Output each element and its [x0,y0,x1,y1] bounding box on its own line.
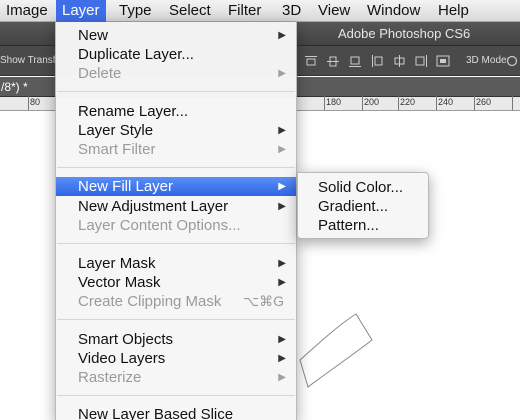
menu-3d[interactable]: 3D [282,0,301,22]
submenu-item-solid-color[interactable]: Solid Color... [298,178,428,197]
fill-layer-submenu: Solid Color... Gradient... Pattern... [297,172,429,239]
menu-type[interactable]: Type [119,0,152,22]
document-tab[interactable]: /8*) * [0,77,28,97]
chevron-right-icon: ▶ [278,334,286,345]
menu-item-delete: Delete ▶ [56,64,296,83]
chevron-right-icon: ▶ [278,30,286,41]
align-bottom-icon[interactable] [344,52,366,70]
menu-item-label: Layer Content Options... [78,217,241,234]
submenu-item-gradient[interactable]: Gradient... [298,197,428,216]
menu-item-label: Video Layers [78,350,166,367]
menu-window[interactable]: Window [367,0,420,22]
distribute-right-icon[interactable] [410,52,432,70]
menu-item-label: New [78,27,109,44]
menu-item-new[interactable]: New ▶ [56,26,296,45]
menu-item-layer-content-options: Layer Content Options... [56,216,296,235]
menu-help[interactable]: Help [438,0,469,22]
menu-item-label: Smart Filter [78,141,156,158]
menu-item-smart-filter: Smart Filter ▶ [56,140,296,159]
menu-item-duplicate-layer[interactable]: Duplicate Layer... [56,45,296,64]
menu-item-layer-mask[interactable]: Layer Mask ▶ [56,254,296,273]
chevron-right-icon: ▶ [278,277,286,288]
align-middle-icon[interactable] [322,52,344,70]
3d-mode-label: 3D Mode: [466,55,510,66]
menu-item-label: Layer Mask [78,255,156,272]
chevron-right-icon: ▶ [278,201,286,212]
menu-item-layer-style[interactable]: Layer Style ▶ [56,121,296,140]
distribute-center-icon[interactable] [388,52,410,70]
menu-layer[interactable]: Layer [56,0,106,22]
chevron-right-icon: ▶ [278,353,286,364]
menu-item-new-layer-based-slice[interactable]: New Layer Based Slice [56,405,296,420]
menu-filter[interactable]: Filter [228,0,261,22]
menu-separator [57,243,295,244]
chevron-right-icon: ▶ [278,372,286,383]
menu-item-label: New Fill Layer [78,178,174,195]
align-top-icon[interactable] [300,52,322,70]
ruler-tick [28,96,29,110]
menu-separator [57,167,295,168]
menu-item-rename-layer[interactable]: Rename Layer... [56,102,296,121]
ruler-tick [324,96,325,110]
menu-item-label: Create Clipping Mask [78,293,222,310]
menu-select[interactable]: Select [169,0,211,22]
ruler-tick-label: 260 [476,97,492,107]
menu-item-video-layers[interactable]: Video Layers ▶ [56,349,296,368]
shortcut-label: ⌥⌘G [242,293,284,309]
ruler-tick [512,96,513,110]
ruler-tick-label: 240 [438,97,454,107]
menu-separator [57,395,295,396]
menu-item-vector-mask[interactable]: Vector Mask ▶ [56,273,296,292]
app-title: Adobe Photoshop CS6 [338,26,471,41]
show-transform-label[interactable]: Show Transfo [0,46,61,76]
distribute-left-icon[interactable] [366,52,388,70]
menu-item-smart-objects[interactable]: Smart Objects ▶ [56,330,296,349]
submenu-item-pattern[interactable]: Pattern... [298,216,428,235]
ruler-tick-label: 220 [400,97,416,107]
menu-item-label: New Layer Based Slice [78,406,234,420]
menu-item-label: Delete [78,65,122,82]
ruler-tick [362,96,363,110]
menu-separator [57,91,295,92]
ruler-tick-label: 180 [326,97,342,107]
ruler-tick [436,96,437,110]
ruler-tick-label: 200 [364,97,380,107]
ruler-tick [398,96,399,110]
chevron-right-icon: ▶ [278,258,286,269]
auto-align-icon[interactable] [432,52,454,70]
layer-menu: New ▶ Duplicate Layer... Delete ▶ Rename… [55,22,297,420]
ruler-tick [474,96,475,110]
menu-separator [57,319,295,320]
menu-item-new-adjustment-layer[interactable]: New Adjustment Layer ▶ [56,197,296,216]
3d-rotate-icon[interactable] [506,55,518,67]
menu-item-label: Vector Mask [78,274,161,291]
menu-item-rasterize: Rasterize ▶ [56,368,296,387]
chevron-right-icon: ▶ [278,144,286,155]
menu-bar: Image Layer Type Select Filter 3D View W… [0,0,520,22]
menu-item-label: New Adjustment Layer [78,198,229,215]
menu-item-create-clipping-mask: Create Clipping Mask ⌥⌘G [56,292,296,311]
chevron-right-icon: ▶ [278,181,286,192]
menu-item-label: Rasterize [78,369,142,386]
menu-item-new-fill-layer[interactable]: New Fill Layer ▶ [56,177,296,196]
menu-image[interactable]: Image [6,0,48,22]
menu-item-label: Smart Objects [78,331,174,348]
menu-view[interactable]: View [318,0,350,22]
chevron-right-icon: ▶ [278,125,286,136]
menu-item-label: Duplicate Layer... [78,46,194,63]
chevron-right-icon: ▶ [278,68,286,79]
menu-item-label: Rename Layer... [78,103,189,120]
ruler-tick-label: 80 [30,97,41,107]
menu-item-label: Layer Style [78,122,154,139]
align-icons-group [300,52,454,70]
